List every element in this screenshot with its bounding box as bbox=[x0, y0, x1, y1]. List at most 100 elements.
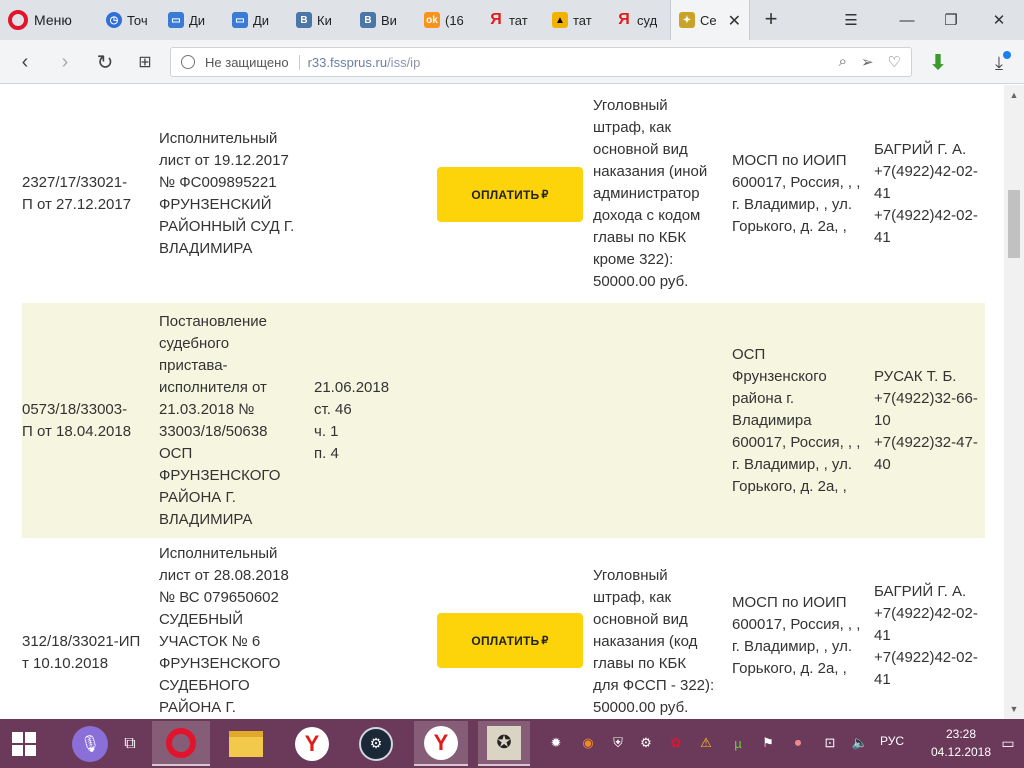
network-icon[interactable]: ⊡ bbox=[820, 733, 840, 753]
volume-icon[interactable]: 🔈 bbox=[850, 733, 870, 753]
speed-dial-icon[interactable]: ⊞ bbox=[132, 49, 158, 75]
close-tab-icon[interactable]: ✕ bbox=[728, 11, 741, 31]
taskbar-yandex-2[interactable]: Y bbox=[414, 721, 468, 766]
table-row: 312/18/33021-ИП т 10.10.2018 Исполнитель… bbox=[22, 538, 985, 719]
pay-button-label: ОПЛАТИТЬ bbox=[471, 633, 540, 648]
send-icon[interactable]: ➢ bbox=[861, 53, 874, 71]
tab-label: Точ bbox=[127, 12, 148, 28]
tab-9[interactable]: Я суд bbox=[608, 0, 668, 40]
start-button[interactable] bbox=[0, 721, 48, 766]
bailiff-contacts: РУСАК Т. Б. +7(4922)32-66- 10 +7(4922)32… bbox=[874, 367, 978, 473]
search-icon[interactable]: ⌕ bbox=[839, 53, 847, 71]
table-row: 0573/18/33003- П от 18.04.2018 Постановл… bbox=[22, 303, 985, 538]
warning-icon[interactable]: ⚠ bbox=[696, 733, 716, 753]
scrollbar-thumb[interactable] bbox=[1008, 190, 1020, 258]
tab-label: суд bbox=[637, 12, 658, 28]
article-details: 21.06.2018 ст. 46 ч. 1 п. 4 bbox=[314, 378, 390, 462]
table-row: 2327/17/33021- П от 27.12.2017 Исполните… bbox=[22, 85, 985, 303]
url-path: /iss/ip bbox=[387, 54, 421, 70]
taskbar-yandex-1[interactable]: Y bbox=[286, 721, 338, 766]
tab-menu-icon[interactable]: ☰ bbox=[828, 0, 874, 40]
chat-icon: ▭ bbox=[232, 12, 248, 28]
vk-icon: В bbox=[296, 12, 312, 28]
tab-8[interactable]: ▲ тат bbox=[544, 0, 606, 40]
close-window-icon[interactable]: ✕ bbox=[976, 0, 1022, 40]
pay-button[interactable]: ОПЛАТИТЬ ₽ bbox=[437, 613, 583, 668]
article-details bbox=[314, 538, 424, 719]
opera-menu-button[interactable]: Меню bbox=[0, 0, 90, 40]
tab-6[interactable]: ok (16 bbox=[416, 0, 478, 40]
taskbar-steam[interactable]: ⚙ bbox=[350, 721, 402, 766]
bailiff-contacts: БАГРИЙ Г. А. +7(4922)42-02- 41 +7(4922)4… bbox=[874, 583, 978, 688]
vk-icon: В bbox=[360, 12, 376, 28]
avast-icon[interactable]: ◉ bbox=[578, 733, 598, 753]
yandex-icon: Я bbox=[618, 11, 630, 28]
document-details: Исполнительный лист от 19.12.2017 № ФС00… bbox=[159, 130, 295, 257]
subject-details: Уголовный штраф, как основной вид наказа… bbox=[593, 97, 708, 290]
tab-7[interactable]: Я тат bbox=[480, 0, 542, 40]
emblem-icon: ✦ bbox=[679, 12, 695, 28]
tab-label: Ви bbox=[381, 12, 397, 28]
pay-button-label: ОПЛАТИТЬ bbox=[471, 187, 540, 202]
case-number: 0573/18/33003- П от 18.04.2018 bbox=[22, 400, 132, 440]
steam-tray-icon[interactable]: ⚙ bbox=[636, 733, 656, 753]
tab-label: Ди bbox=[189, 12, 206, 28]
tab-5[interactable]: В Ви bbox=[352, 0, 414, 40]
flag-icon[interactable]: ⚑ bbox=[758, 733, 778, 753]
security-shield-icon[interactable]: ⛨ bbox=[608, 733, 628, 753]
taskbar-explorer[interactable] bbox=[220, 721, 272, 766]
globe-icon bbox=[181, 55, 195, 69]
tray-app-icon[interactable]: ✹ bbox=[546, 733, 566, 753]
system-clock[interactable]: 23:28 04.12.2018 bbox=[930, 725, 992, 761]
scroll-down-icon[interactable]: ▼ bbox=[1004, 701, 1024, 717]
ruble-icon: ₽ bbox=[541, 635, 549, 647]
left-gutter bbox=[0, 85, 22, 719]
taskbar-opera[interactable] bbox=[152, 721, 210, 766]
subject-details: Уголовный штраф, как основной вид наказа… bbox=[593, 567, 715, 716]
security-label: Не защищено bbox=[205, 54, 300, 70]
enforcement-table: 2327/17/33021- П от 27.12.2017 Исполните… bbox=[22, 85, 985, 719]
microphone-icon: 🎙 bbox=[72, 725, 108, 762]
tab-2[interactable]: ▭ Ди bbox=[160, 0, 222, 40]
counter-strike-icon: ✪ bbox=[487, 725, 521, 760]
address-field[interactable]: Не защищено r33.fssprus.ru /iss/ip ⌕ ➢ ♡ bbox=[170, 47, 912, 77]
document-details: Исполнительный лист от 28.08.2018 № ВС 0… bbox=[159, 545, 289, 716]
tab-3[interactable]: ▭ Ди bbox=[224, 0, 286, 40]
cortana-button[interactable]: 🎙 bbox=[66, 721, 114, 766]
downloads-icon[interactable]: ⤓ bbox=[986, 50, 1012, 76]
back-button[interactable]: ‹ bbox=[12, 49, 38, 75]
tab-4[interactable]: В Ки bbox=[288, 0, 350, 40]
pay-button[interactable]: ОПЛАТИТЬ ₽ bbox=[437, 167, 583, 222]
page-content: 2327/17/33021- П от 27.12.2017 Исполните… bbox=[0, 85, 1024, 719]
input-language[interactable]: РУС bbox=[880, 734, 904, 748]
department-details: МОСП по ИОИП 600017, Россия, , , г. Влад… bbox=[732, 594, 861, 677]
url-host: r33.fssprus.ru bbox=[307, 54, 388, 70]
download-badge bbox=[1003, 51, 1011, 59]
tray-flower-icon[interactable]: ✿ bbox=[666, 733, 686, 753]
new-tab-button[interactable]: + bbox=[758, 6, 784, 32]
vertical-scrollbar[interactable]: ▲ ▼ bbox=[1004, 85, 1024, 719]
tab-10-active[interactable]: ✦ Се ✕ bbox=[670, 0, 750, 40]
utorrent-icon[interactable]: µ bbox=[728, 733, 748, 753]
windows-logo-icon bbox=[12, 731, 36, 756]
heart-icon[interactable]: ♡ bbox=[888, 53, 901, 71]
notifications-icon[interactable]: ▭ bbox=[998, 733, 1018, 753]
task-view-icon[interactable]: ⧉ bbox=[112, 721, 148, 766]
clock-time: 23:28 bbox=[945, 727, 977, 741]
tab-label: (16 bbox=[445, 12, 464, 28]
clock-icon: ◷ bbox=[106, 12, 122, 28]
yandex-icon: Я bbox=[490, 11, 502, 28]
article-details bbox=[314, 85, 424, 303]
tab-label: тат bbox=[573, 12, 592, 28]
scroll-up-icon[interactable]: ▲ bbox=[1004, 87, 1024, 103]
forward-button[interactable]: › bbox=[52, 49, 78, 75]
restore-icon[interactable]: ❐ bbox=[928, 0, 974, 40]
image-icon: ▲ bbox=[552, 12, 568, 28]
download-extension-icon[interactable]: ⬇ bbox=[926, 50, 950, 74]
document-details: Постановление судебного пристава- исполн… bbox=[159, 312, 281, 528]
tab-1[interactable]: ◷ Точ bbox=[98, 0, 158, 40]
reload-icon[interactable]: ↻ bbox=[92, 49, 118, 75]
recorder-icon[interactable]: ⏺ bbox=[788, 733, 808, 753]
minimize-icon[interactable]: — bbox=[884, 0, 930, 40]
taskbar-counter-strike[interactable]: ✪ bbox=[478, 721, 530, 766]
